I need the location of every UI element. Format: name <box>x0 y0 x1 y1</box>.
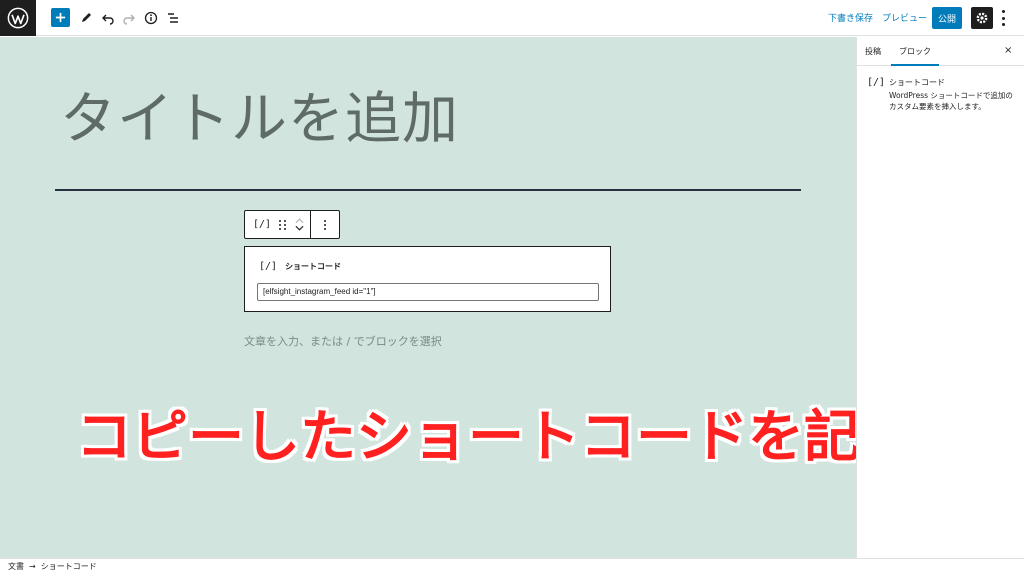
plus-icon <box>55 12 66 23</box>
gear-icon <box>976 12 988 24</box>
active-tab-indicator <box>891 64 939 66</box>
pencil-icon <box>82 13 91 22</box>
shortcode-block[interactable]: [/] ショートコード [elfsight_instagram_feed id=… <box>244 246 611 312</box>
breadcrumb: 文書 → ショートコード <box>0 558 1024 574</box>
tools-button[interactable] <box>78 8 94 28</box>
settings-button[interactable] <box>971 7 993 29</box>
wordpress-logo-svg <box>7 7 29 29</box>
chevron-down-icon[interactable] <box>295 225 304 232</box>
editor-header: 下書き保存 プレビュー 公開 <box>0 0 1024 36</box>
add-block-button[interactable] <box>51 8 70 27</box>
shortcode-icon[interactable]: [/] <box>253 219 271 230</box>
block-options-button[interactable] <box>311 211 339 238</box>
drag-handle-icon[interactable] <box>279 219 287 230</box>
publish-button[interactable]: 公開 <box>932 7 962 29</box>
undo-button[interactable] <box>100 8 116 28</box>
list-view-button[interactable] <box>165 8 181 28</box>
save-draft-button[interactable]: 下書き保存 <box>828 11 873 24</box>
overlay-caption: コピーしたショートコードを記載 <box>76 405 916 470</box>
block-mover <box>295 217 304 232</box>
redo-button[interactable] <box>121 8 137 28</box>
chevron-up-icon[interactable] <box>295 217 304 224</box>
wordpress-logo-icon[interactable] <box>0 0 36 36</box>
more-vertical-icon[interactable] <box>998 10 1008 26</box>
separator-block[interactable] <box>55 189 801 191</box>
details-button[interactable] <box>143 8 159 28</box>
shortcode-input[interactable]: [elfsight_instagram_feed id="1"] <box>257 283 599 301</box>
shortcode-block-header: [/] ショートコード <box>259 261 341 272</box>
preview-button[interactable]: プレビュー <box>882 11 927 24</box>
arrow-right-icon: → <box>29 562 36 571</box>
close-icon[interactable]: × <box>1004 45 1012 56</box>
info-icon <box>144 11 158 25</box>
editor-canvas: タイトルを追加 [/] [/] ショートコード [elfsight_instag… <box>0 37 916 558</box>
settings-sidebar: 投稿 ブロック × [/] ショートコード WordPress ショートコードで… <box>856 37 1024 558</box>
post-title-input[interactable]: タイトルを追加 <box>60 74 459 155</box>
block-toolbar-main-group: [/] <box>245 211 311 238</box>
sidebar-tabs: 投稿 ブロック × <box>857 37 1024 66</box>
default-block-appender[interactable]: 文章を入力、または / でブロックを選択 <box>244 333 442 349</box>
tab-block[interactable]: ブロック <box>899 46 931 57</box>
more-vertical-icon <box>324 219 326 230</box>
redo-icon <box>123 14 135 25</box>
tab-post[interactable]: 投稿 <box>865 46 881 57</box>
breadcrumb-item-document[interactable]: 文書 <box>8 561 24 572</box>
block-card-title: ショートコード <box>889 78 945 87</box>
list-view-icon <box>168 13 178 23</box>
undo-icon <box>102 14 114 25</box>
breadcrumb-item-shortcode[interactable]: ショートコード <box>41 561 97 572</box>
block-toolbar: [/] <box>244 210 340 239</box>
block-card-description: WordPress ショートコードで追加のカスタム要素を挿入します。 <box>889 91 1013 111</box>
shortcode-icon: [/] <box>867 77 886 88</box>
shortcode-icon: [/] <box>259 261 278 272</box>
shortcode-block-label: ショートコード <box>285 262 342 271</box>
